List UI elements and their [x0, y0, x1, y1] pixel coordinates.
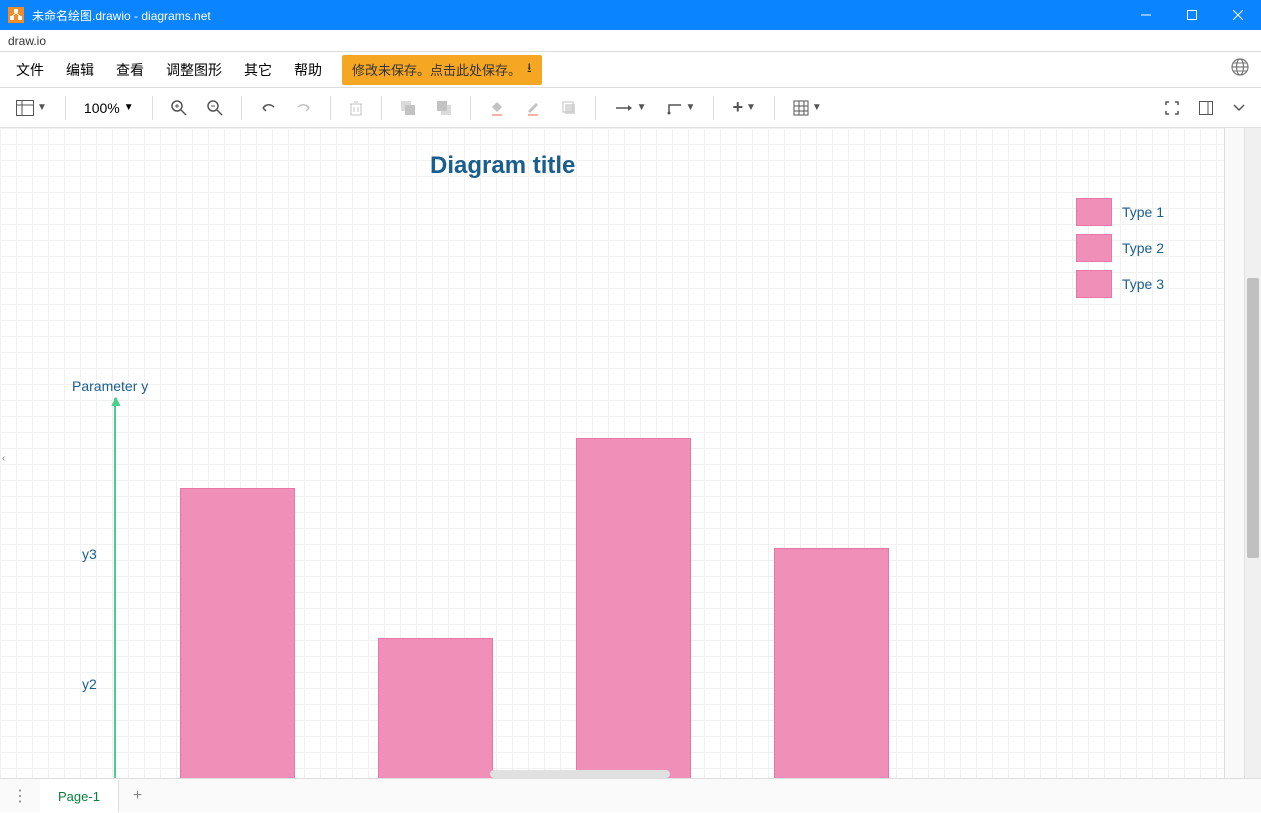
chart-title[interactable]: Diagram title — [430, 152, 575, 180]
legend-item[interactable]: Type 3 — [1076, 270, 1164, 298]
page-tabs: ⋮ Page-1 + — [0, 778, 1261, 812]
close-button[interactable] — [1215, 0, 1261, 30]
chart-bar[interactable] — [774, 548, 889, 778]
canvas[interactable]: ‹ Diagram title Type 1 Type 2 Type 3 Par… — [0, 128, 1224, 778]
menu-arrange[interactable]: 调整图形 — [156, 54, 232, 86]
window-titlebar: 未命名绘图.drawio - diagrams.net — [0, 0, 1261, 30]
format-panel-button[interactable] — [1191, 95, 1221, 121]
redo-button[interactable] — [288, 96, 320, 120]
legend-item[interactable]: Type 1 — [1076, 198, 1164, 226]
to-back-button[interactable] — [428, 94, 460, 122]
menu-help[interactable]: 帮助 — [284, 54, 332, 86]
waypoints-button[interactable]: ▼ — [659, 95, 704, 121]
page-tab[interactable]: Page-1 — [40, 779, 119, 812]
zoom-select[interactable]: 100%▼ — [76, 96, 142, 120]
legend-label: Type 2 — [1122, 240, 1164, 256]
legend-label: Type 1 — [1122, 204, 1164, 220]
fullscreen-button[interactable] — [1157, 95, 1187, 121]
menu-file[interactable]: 文件 — [6, 54, 54, 86]
chart-bar[interactable] — [576, 438, 691, 778]
app-name: draw.io — [0, 30, 1261, 52]
canvas-area: ‹ Diagram title Type 1 Type 2 Type 3 Par… — [0, 128, 1261, 778]
legend-swatch — [1076, 198, 1112, 226]
pages-menu-button[interactable]: ⋮ — [0, 786, 40, 806]
y-axis-label[interactable]: Parameter y — [72, 378, 148, 394]
chart-legend: Type 1 Type 2 Type 3 — [1076, 198, 1164, 306]
format-panel-collapsed[interactable] — [1224, 128, 1244, 778]
add-page-button[interactable]: + — [119, 779, 156, 813]
y-axis[interactable] — [114, 398, 116, 778]
window-title: 未命名绘图.drawio - diagrams.net — [32, 7, 1123, 24]
undo-button[interactable] — [252, 96, 284, 120]
fill-color-button[interactable] — [481, 94, 513, 122]
menubar: 文件 编辑 查看 调整图形 其它 帮助 修改未保存。点击此处保存。 ⭳ — [0, 52, 1261, 88]
window-controls — [1123, 0, 1261, 30]
table-button[interactable]: ▼ — [785, 94, 830, 122]
menu-edit[interactable]: 编辑 — [56, 54, 104, 86]
download-icon: ⭳ — [527, 59, 532, 81]
legend-item[interactable]: Type 2 — [1076, 234, 1164, 262]
collapse-toolbar-button[interactable] — [1225, 95, 1253, 121]
maximize-button[interactable] — [1169, 0, 1215, 30]
zoom-out-button[interactable] — [199, 94, 231, 122]
delete-button[interactable] — [341, 94, 371, 122]
app-icon — [8, 7, 24, 23]
menu-extras[interactable]: 其它 — [234, 54, 282, 86]
language-button[interactable] — [1225, 52, 1255, 87]
vertical-scrollbar[interactable] — [1244, 128, 1261, 778]
horizontal-scrollbar[interactable] — [490, 770, 670, 778]
line-color-button[interactable] — [517, 94, 549, 122]
y-tick-label[interactable]: y3 — [82, 546, 97, 562]
legend-label: Type 3 — [1122, 276, 1164, 292]
legend-swatch — [1076, 270, 1112, 298]
zoom-in-button[interactable] — [163, 94, 195, 122]
unsaved-banner-text: 修改未保存。点击此处保存。 — [352, 60, 521, 79]
to-front-button[interactable] — [392, 94, 424, 122]
y-tick-label[interactable]: y2 — [82, 676, 97, 692]
sidebar-toggle-button[interactable]: ▼ — [8, 94, 55, 122]
scrollbar-thumb[interactable] — [1247, 278, 1259, 558]
unsaved-banner[interactable]: 修改未保存。点击此处保存。 ⭳ — [342, 55, 542, 85]
menu-view[interactable]: 查看 — [106, 54, 154, 86]
shadow-button[interactable] — [553, 94, 585, 122]
minimize-button[interactable] — [1123, 0, 1169, 30]
left-panel-handle[interactable]: ‹ — [2, 453, 5, 464]
chart-bar[interactable] — [180, 488, 295, 778]
chart-bar[interactable] — [378, 638, 493, 778]
connection-button[interactable]: ▼ — [606, 96, 655, 120]
zoom-value: 100% — [84, 100, 120, 116]
insert-button[interactable]: +▼ — [724, 91, 763, 124]
toolbar: ▼ 100%▼ ▼ ▼ +▼ ▼ — [0, 88, 1261, 128]
legend-swatch — [1076, 234, 1112, 262]
